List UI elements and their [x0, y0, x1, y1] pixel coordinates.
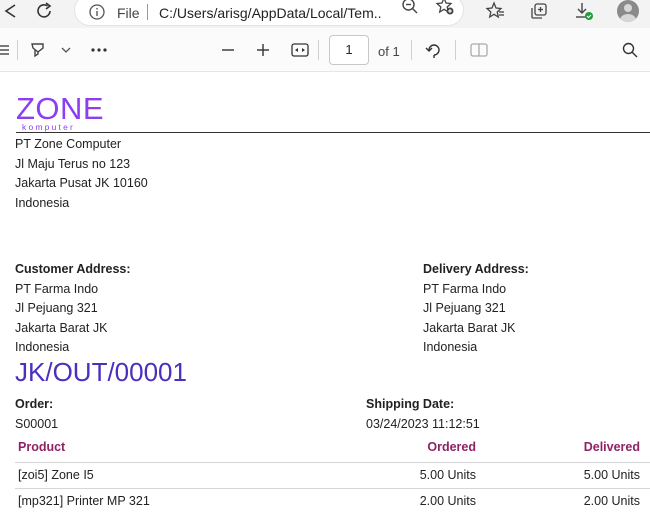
table-divider: [15, 488, 650, 489]
customer-address-line: Jakarta Barat JK: [15, 320, 108, 335]
header-divider: [16, 132, 650, 133]
toolbar-separator: [318, 40, 319, 60]
table-cell-ordered: 2.00 Units: [419, 494, 476, 508]
page-total-label: of 1: [378, 44, 400, 59]
toolbar-separator: [411, 40, 412, 60]
delivery-address-line: Jakarta Barat JK: [423, 320, 516, 335]
company-logo-subtitle: komputer: [22, 122, 76, 132]
order-value: S00001: [15, 417, 59, 431]
table-cell-ordered: 5.00 Units: [419, 468, 476, 482]
company-address-line: Jl Maju Terus no 123: [15, 156, 131, 171]
search-icon[interactable]: [617, 37, 643, 63]
delivery-address-line: PT Farma Indo: [423, 281, 507, 296]
customer-address: Customer Address: PT Farma Indo Jl Pejua…: [15, 260, 131, 358]
table-cell-product: [mp321] Printer MP 321: [18, 494, 150, 508]
page-number-input[interactable]: 1: [329, 35, 369, 65]
address-scheme: File: [117, 5, 140, 21]
downloads-icon[interactable]: [571, 0, 597, 24]
document-number: JK/OUT/00001: [15, 357, 187, 387]
table-header-delivered: Delivered: [583, 440, 640, 454]
customer-address-title: Customer Address:: [15, 262, 131, 276]
rotate-icon[interactable]: [421, 37, 447, 63]
address-separator: [147, 4, 148, 20]
highlight-icon[interactable]: [25, 37, 51, 63]
shipping-date-value: 03/24/2023 11:12:51: [366, 417, 480, 431]
page-view-icon[interactable]: [466, 37, 492, 63]
company-address-line: PT Zone Computer: [15, 137, 122, 151]
delivery-address-title: Delivery Address:: [423, 262, 529, 276]
table-divider: [15, 462, 650, 463]
toolbar-separator: [17, 40, 18, 60]
shipping-date-label: Shipping Date:: [366, 397, 455, 411]
favorites-icon[interactable]: [482, 0, 508, 24]
toolbar-separator: [455, 40, 456, 60]
info-icon[interactable]: [89, 4, 105, 25]
pdf-toolbar: 1 of 1: [0, 28, 650, 72]
pdf-page: ZONE komputer PT Zone Computer Jl Maju T…: [0, 80, 650, 528]
favorite-add-icon[interactable]: [432, 0, 458, 19]
address-url[interactable]: C:/Users/arisg/AppData/Local/Tem...: [159, 5, 381, 21]
zoom-in-button[interactable]: [250, 37, 276, 63]
more-options-icon[interactable]: [86, 37, 112, 63]
table-cell-delivered: 2.00 Units: [583, 494, 640, 508]
back-icon[interactable]: [0, 0, 24, 24]
company-address-line: Indonesia: [15, 195, 70, 210]
customer-address-line: Indonesia: [15, 340, 70, 354]
delivery-address-line: Indonesia: [423, 340, 478, 354]
chevron-down-icon[interactable]: [53, 37, 79, 63]
customer-address-line: Jl Pejuang 321: [15, 301, 98, 315]
company-address: PT Zone Computer Jl Maju Terus no 123 Ja…: [15, 135, 148, 213]
browser-toolbar: File C:/Users/arisg/AppData/Local/Tem...: [0, 0, 650, 28]
table-header-product: Product: [18, 440, 66, 454]
table-header-ordered: Ordered: [427, 440, 476, 454]
contents-icon[interactable]: [0, 37, 14, 63]
delivery-address-line: Jl Pejuang 321: [423, 301, 506, 315]
order-label: Order:: [15, 397, 54, 411]
customer-address-line: PT Farma Indo: [15, 281, 99, 296]
zoom-out-button[interactable]: [215, 37, 241, 63]
fit-page-icon[interactable]: [287, 37, 313, 63]
profile-avatar[interactable]: [617, 0, 639, 22]
collections-icon[interactable]: [526, 0, 552, 24]
refresh-icon[interactable]: [31, 0, 57, 24]
address-bar[interactable]: File C:/Users/arisg/AppData/Local/Tem...: [74, 0, 464, 26]
zoom-out-icon[interactable]: [397, 0, 423, 19]
delivery-address: Delivery Address: PT Farma Indo Jl Pejua…: [423, 260, 529, 358]
company-logo: ZONE: [16, 91, 105, 126]
table-cell-delivered: 5.00 Units: [583, 468, 640, 482]
company-address-line: Jakarta Pusat JK 10160: [15, 176, 148, 190]
table-cell-product: [zoi5] Zone I5: [18, 468, 94, 482]
